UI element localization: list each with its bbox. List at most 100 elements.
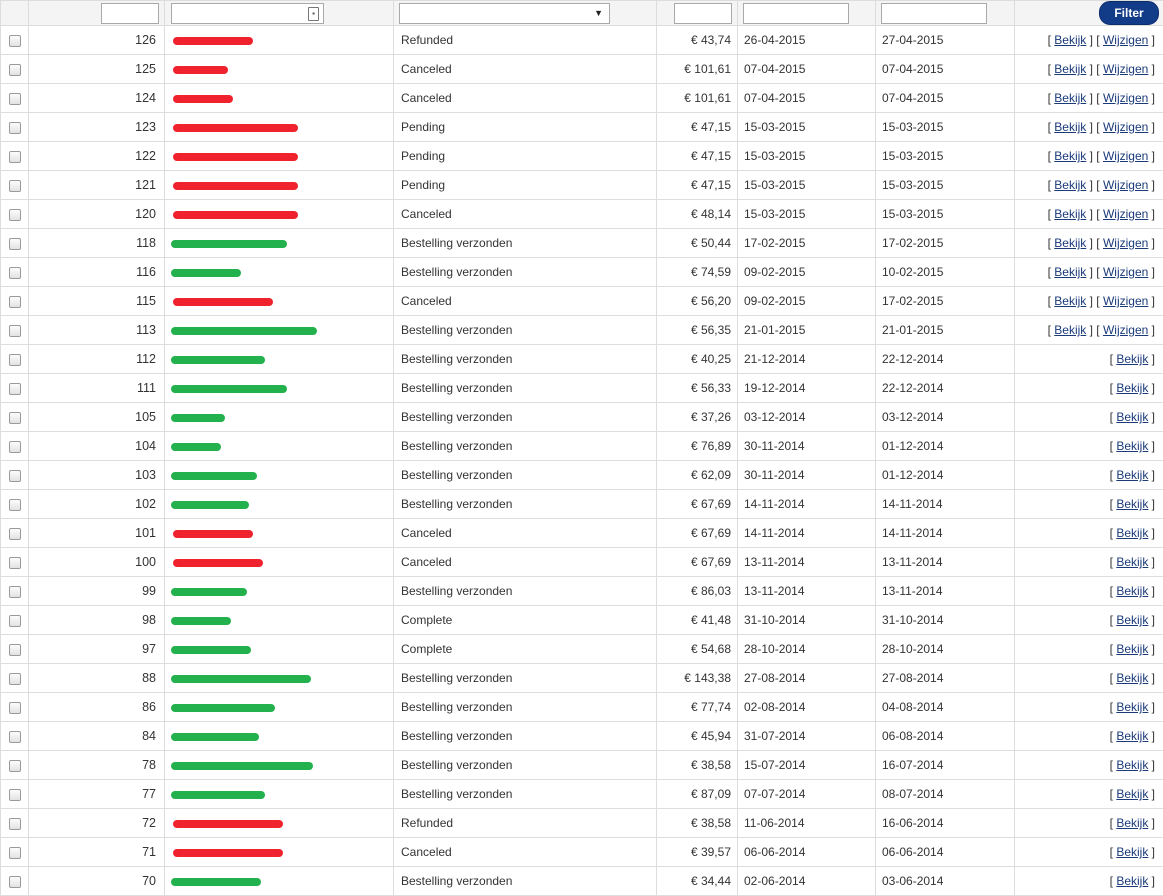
table-row: 112Bestelling verzonden€ 40,2521-12-2014… bbox=[1, 345, 1163, 374]
edit-link[interactable]: Wijzigen bbox=[1103, 294, 1148, 308]
row-checkbox[interactable] bbox=[9, 528, 21, 540]
edit-link[interactable]: Wijzigen bbox=[1103, 91, 1148, 105]
view-link[interactable]: Bekijk bbox=[1116, 729, 1148, 743]
view-link[interactable]: Bekijk bbox=[1116, 410, 1148, 424]
row-checkbox[interactable] bbox=[9, 760, 21, 772]
row-checkbox[interactable] bbox=[9, 267, 21, 279]
table-row: 86Bestelling verzonden€ 77,7402-08-20140… bbox=[1, 693, 1163, 722]
row-checkbox[interactable] bbox=[9, 354, 21, 366]
edit-link[interactable]: Wijzigen bbox=[1103, 265, 1148, 279]
row-checkbox[interactable] bbox=[9, 296, 21, 308]
row-checkbox[interactable] bbox=[9, 325, 21, 337]
view-link[interactable]: Bekijk bbox=[1116, 671, 1148, 685]
edit-link[interactable]: Wijzigen bbox=[1103, 62, 1148, 76]
row-checkbox[interactable] bbox=[9, 847, 21, 859]
row-actions: [ Bekijk ] bbox=[1015, 432, 1163, 461]
view-link[interactable]: Bekijk bbox=[1054, 323, 1086, 337]
order-updated-date: 17-02-2015 bbox=[876, 287, 1015, 316]
row-check-cell bbox=[1, 113, 29, 142]
view-link[interactable]: Bekijk bbox=[1116, 613, 1148, 627]
row-checkbox[interactable] bbox=[9, 238, 21, 250]
row-checkbox[interactable] bbox=[9, 499, 21, 511]
customer-name-cell bbox=[165, 693, 394, 722]
row-actions: [ Bekijk ] bbox=[1015, 548, 1163, 577]
customer-name-cell bbox=[165, 200, 394, 229]
row-checkbox[interactable] bbox=[9, 180, 21, 192]
row-actions: [ Bekijk ] bbox=[1015, 345, 1163, 374]
row-checkbox[interactable] bbox=[9, 93, 21, 105]
row-checkbox[interactable] bbox=[9, 64, 21, 76]
view-link[interactable]: Bekijk bbox=[1116, 758, 1148, 772]
order-updated-date: 07-04-2015 bbox=[876, 84, 1015, 113]
row-checkbox[interactable] bbox=[9, 818, 21, 830]
row-checkbox[interactable] bbox=[9, 383, 21, 395]
order-created-date: 30-11-2014 bbox=[738, 432, 876, 461]
edit-link[interactable]: Wijzigen bbox=[1103, 178, 1148, 192]
table-row: 77Bestelling verzonden€ 87,0907-07-20140… bbox=[1, 780, 1163, 809]
view-link[interactable]: Bekijk bbox=[1116, 700, 1148, 714]
row-checkbox[interactable] bbox=[9, 673, 21, 685]
filter-date-to-input[interactable] bbox=[881, 3, 987, 24]
view-link[interactable]: Bekijk bbox=[1054, 178, 1086, 192]
row-checkbox[interactable] bbox=[9, 557, 21, 569]
filter-customer-input[interactable]: ▪ bbox=[171, 3, 324, 24]
address-book-icon[interactable]: ▪ bbox=[308, 7, 319, 21]
row-checkbox[interactable] bbox=[9, 586, 21, 598]
row-check-cell bbox=[1, 635, 29, 664]
view-link[interactable]: Bekijk bbox=[1116, 439, 1148, 453]
filter-date-from-input[interactable] bbox=[743, 3, 849, 24]
view-link[interactable]: Bekijk bbox=[1116, 555, 1148, 569]
view-link[interactable]: Bekijk bbox=[1054, 207, 1086, 221]
view-link[interactable]: Bekijk bbox=[1116, 874, 1148, 888]
row-checkbox[interactable] bbox=[9, 702, 21, 714]
customer-name-cell bbox=[165, 403, 394, 432]
row-checkbox[interactable] bbox=[9, 789, 21, 801]
view-link[interactable]: Bekijk bbox=[1116, 526, 1148, 540]
order-created-date: 15-03-2015 bbox=[738, 113, 876, 142]
row-checkbox[interactable] bbox=[9, 122, 21, 134]
filter-id-input[interactable] bbox=[101, 3, 159, 24]
row-check-cell bbox=[1, 55, 29, 84]
customer-name-cell bbox=[165, 548, 394, 577]
view-link[interactable]: Bekijk bbox=[1116, 352, 1148, 366]
row-checkbox[interactable] bbox=[9, 470, 21, 482]
row-check-cell bbox=[1, 374, 29, 403]
view-link[interactable]: Bekijk bbox=[1054, 294, 1086, 308]
view-link[interactable]: Bekijk bbox=[1116, 816, 1148, 830]
filter-button[interactable]: Filter bbox=[1099, 1, 1159, 25]
view-link[interactable]: Bekijk bbox=[1116, 584, 1148, 598]
edit-link[interactable]: Wijzigen bbox=[1103, 323, 1148, 337]
view-link[interactable]: Bekijk bbox=[1116, 787, 1148, 801]
order-id: 102 bbox=[29, 490, 165, 519]
row-checkbox[interactable] bbox=[9, 731, 21, 743]
view-link[interactable]: Bekijk bbox=[1054, 33, 1086, 47]
row-checkbox[interactable] bbox=[9, 644, 21, 656]
edit-link[interactable]: Wijzigen bbox=[1103, 149, 1148, 163]
row-checkbox[interactable] bbox=[9, 209, 21, 221]
row-checkbox[interactable] bbox=[9, 151, 21, 163]
edit-link[interactable]: Wijzigen bbox=[1103, 33, 1148, 47]
view-link[interactable]: Bekijk bbox=[1054, 265, 1086, 279]
edit-link[interactable]: Wijzigen bbox=[1103, 207, 1148, 221]
view-link[interactable]: Bekijk bbox=[1054, 149, 1086, 163]
view-link[interactable]: Bekijk bbox=[1116, 845, 1148, 859]
edit-link[interactable]: Wijzigen bbox=[1103, 236, 1148, 250]
order-updated-date: 16-07-2014 bbox=[876, 751, 1015, 780]
view-link[interactable]: Bekijk bbox=[1054, 236, 1086, 250]
row-checkbox[interactable] bbox=[9, 412, 21, 424]
filter-amount-input[interactable] bbox=[674, 3, 732, 24]
edit-link[interactable]: Wijzigen bbox=[1103, 120, 1148, 134]
row-checkbox[interactable] bbox=[9, 876, 21, 888]
row-checkbox[interactable] bbox=[9, 615, 21, 627]
view-link[interactable]: Bekijk bbox=[1116, 381, 1148, 395]
view-link[interactable]: Bekijk bbox=[1054, 62, 1086, 76]
view-link[interactable]: Bekijk bbox=[1054, 91, 1086, 105]
view-link[interactable]: Bekijk bbox=[1116, 497, 1148, 511]
row-checkbox[interactable] bbox=[9, 441, 21, 453]
row-checkbox[interactable] bbox=[9, 35, 21, 47]
row-check-cell bbox=[1, 432, 29, 461]
filter-status-select[interactable]: ▼ bbox=[399, 3, 610, 24]
view-link[interactable]: Bekijk bbox=[1116, 642, 1148, 656]
view-link[interactable]: Bekijk bbox=[1116, 468, 1148, 482]
view-link[interactable]: Bekijk bbox=[1054, 120, 1086, 134]
